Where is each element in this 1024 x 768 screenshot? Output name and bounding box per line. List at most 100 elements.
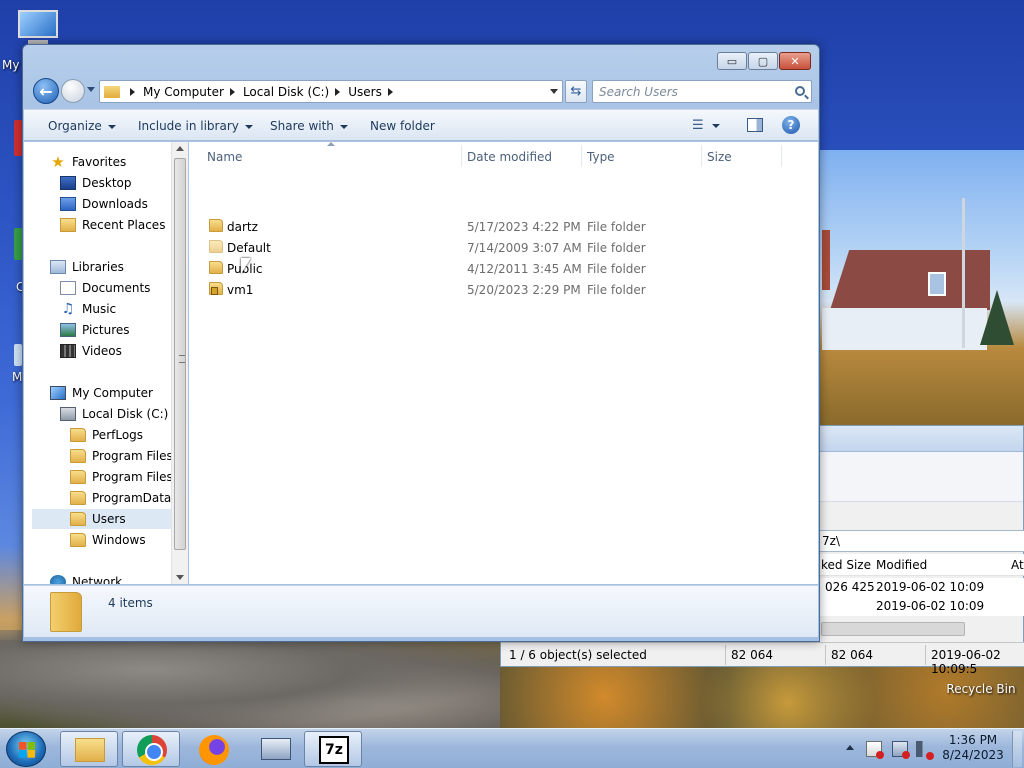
column-header-size[interactable]: Size	[707, 150, 732, 164]
navigation-pane[interactable]: ★ Favorites Desktop Downloads Recent Plac…	[24, 142, 188, 584]
nav-network-label: Network	[72, 575, 123, 584]
column-divider[interactable]	[461, 145, 462, 167]
desktop-app-icon[interactable]	[14, 344, 22, 366]
nav-desktop[interactable]: Desktop	[60, 173, 132, 193]
column-divider[interactable]	[581, 145, 582, 167]
table-row[interactable]: Default 7/14/2009 3:07 AM File folder	[189, 237, 818, 258]
desktop-computer-label[interactable]: My	[2, 58, 19, 72]
chevron-right-icon[interactable]	[130, 87, 135, 96]
nav-favorites[interactable]: ★ Favorites	[50, 152, 126, 172]
nav-videos[interactable]: Videos	[60, 341, 122, 361]
start-button[interactable]	[6, 731, 46, 767]
explorer-window[interactable]: ▭ ▢ ✕ ← My Computer Local Disk (C:) User…	[22, 44, 820, 642]
recycle-bin-label[interactable]: Recycle Bin	[946, 682, 1016, 696]
nav-documents[interactable]: Documents	[60, 278, 150, 298]
column-header-date-modified[interactable]: Date modified	[467, 150, 552, 164]
show-desktop-button[interactable]	[1012, 731, 1022, 767]
table-row[interactable]: Public 4/12/2011 3:45 AM File folder	[189, 258, 818, 279]
file-date: 7/14/2009 3:07 AM	[467, 241, 582, 255]
nav-network[interactable]: Network	[50, 572, 122, 584]
show-hidden-icons-button[interactable]	[846, 745, 854, 750]
search-input[interactable]: Search Users	[592, 80, 812, 103]
system-clock[interactable]: 1:36 PM 8/24/2023	[942, 733, 1004, 763]
nav-my-computer[interactable]: My Computer	[50, 383, 153, 403]
nav-folder-label: Program Files	[92, 449, 173, 463]
nav-music[interactable]: ♫ Music	[60, 299, 116, 319]
share-with-button[interactable]: Share with	[270, 119, 348, 133]
volume-muted-icon[interactable]	[916, 741, 934, 760]
breadcrumb-my-computer[interactable]: My Computer	[143, 85, 224, 99]
nav-folder-program-files[interactable]: Program Files	[70, 446, 173, 466]
include-in-library-button[interactable]: Include in library	[138, 119, 253, 133]
address-dropdown-icon[interactable]	[550, 89, 558, 94]
sevenzip-col-modified[interactable]: Modified	[876, 558, 927, 572]
scrollbar-thumb[interactable]	[174, 158, 186, 550]
scroll-up-arrow-icon[interactable]	[176, 146, 184, 151]
chevron-right-icon[interactable]	[229, 87, 235, 96]
taskbar-onscreen-keyboard-button[interactable]	[246, 731, 304, 767]
column-divider[interactable]	[701, 145, 702, 167]
taskbar: 7z 1:36 PM 8/24/2023	[0, 728, 1024, 768]
organize-label: Organize	[48, 119, 102, 133]
search-icon[interactable]	[795, 86, 805, 96]
column-divider[interactable]	[781, 145, 782, 167]
column-header-name[interactable]: Name	[207, 150, 242, 164]
table-row[interactable]: dartz 5/17/2023 4:22 PM File folder	[189, 216, 818, 237]
nav-folder-perflogs[interactable]: PerfLogs	[70, 425, 143, 445]
sevenzip-col-packed-size[interactable]: ked Size	[821, 558, 871, 572]
nav-folder-windows[interactable]: Windows	[70, 530, 146, 550]
taskbar-chrome-button[interactable]	[122, 731, 180, 767]
minimize-button[interactable]: ▭	[717, 52, 747, 70]
breadcrumb-users[interactable]: Users	[348, 85, 382, 99]
breadcrumb-local-disk[interactable]: Local Disk (C:)	[243, 85, 329, 99]
nav-libraries[interactable]: Libraries	[50, 257, 124, 277]
nav-recent-places[interactable]: Recent Places	[60, 215, 165, 235]
new-folder-button[interactable]: New folder	[370, 119, 435, 133]
folder-icon	[75, 738, 105, 762]
change-view-button[interactable]: ☰	[692, 118, 720, 133]
sevenzip-status-size: 82 064	[731, 648, 773, 662]
nav-pane-scrollbar[interactable]	[171, 142, 188, 584]
nav-folder-programdata[interactable]: ProgramData	[70, 488, 171, 508]
sevenzip-horizontal-scrollbar[interactable]	[821, 622, 965, 636]
file-list-pane[interactable]: Name Date modified Type Size dartz 5/17/…	[189, 142, 818, 584]
chevron-right-icon[interactable]	[335, 87, 341, 96]
wallpaper-house-roof	[830, 250, 990, 310]
desktop-app-icon[interactable]	[14, 120, 22, 156]
file-name: dartz	[227, 220, 258, 234]
column-header-type[interactable]: Type	[587, 150, 615, 164]
organize-button[interactable]: Organize	[48, 119, 116, 133]
forward-button[interactable]	[61, 79, 85, 103]
taskbar-7zip-button[interactable]: 7z	[304, 731, 362, 767]
nav-folder-program-files-x86[interactable]: Program Files (	[70, 467, 181, 487]
sort-ascending-icon	[327, 142, 335, 146]
item-count: 4 items	[108, 596, 153, 610]
preview-pane-button[interactable]	[747, 118, 763, 132]
maximize-button[interactable]: ▢	[748, 52, 778, 70]
computer-icon	[50, 386, 66, 400]
nav-folder-users[interactable]: Users	[32, 509, 172, 529]
computer-screen-icon	[18, 10, 58, 38]
taskbar-explorer-button[interactable]	[60, 731, 118, 767]
recent-pages-dropdown[interactable]	[87, 87, 95, 92]
sevenzip-col-attributes[interactable]: At	[1011, 558, 1024, 572]
taskbar-firefox-button[interactable]	[184, 731, 242, 767]
network-status-icon[interactable]	[892, 741, 910, 759]
music-note-icon: ♫	[61, 301, 75, 317]
nav-downloads[interactable]: Downloads	[60, 194, 148, 214]
table-row[interactable]: vm1 5/20/2023 2:29 PM File folder	[189, 279, 818, 300]
back-button[interactable]: ←	[33, 78, 59, 104]
include-in-library-label: Include in library	[138, 119, 239, 133]
nav-pictures[interactable]: Pictures	[60, 320, 130, 340]
address-bar[interactable]: My Computer Local Disk (C:) Users	[99, 80, 563, 103]
action-center-icon[interactable]	[866, 741, 884, 759]
desktop-app-icon[interactable]	[14, 228, 22, 260]
close-button[interactable]: ✕	[779, 52, 811, 70]
desktop-computer-icon[interactable]	[14, 8, 62, 44]
folder-icon	[70, 533, 86, 547]
refresh-button[interactable]: ⇆	[565, 80, 587, 103]
chevron-right-icon[interactable]	[387, 87, 393, 96]
help-button[interactable]: ?	[782, 116, 800, 134]
scroll-down-arrow-icon[interactable]	[176, 575, 184, 580]
nav-local-disk[interactable]: Local Disk (C:)	[60, 404, 168, 424]
